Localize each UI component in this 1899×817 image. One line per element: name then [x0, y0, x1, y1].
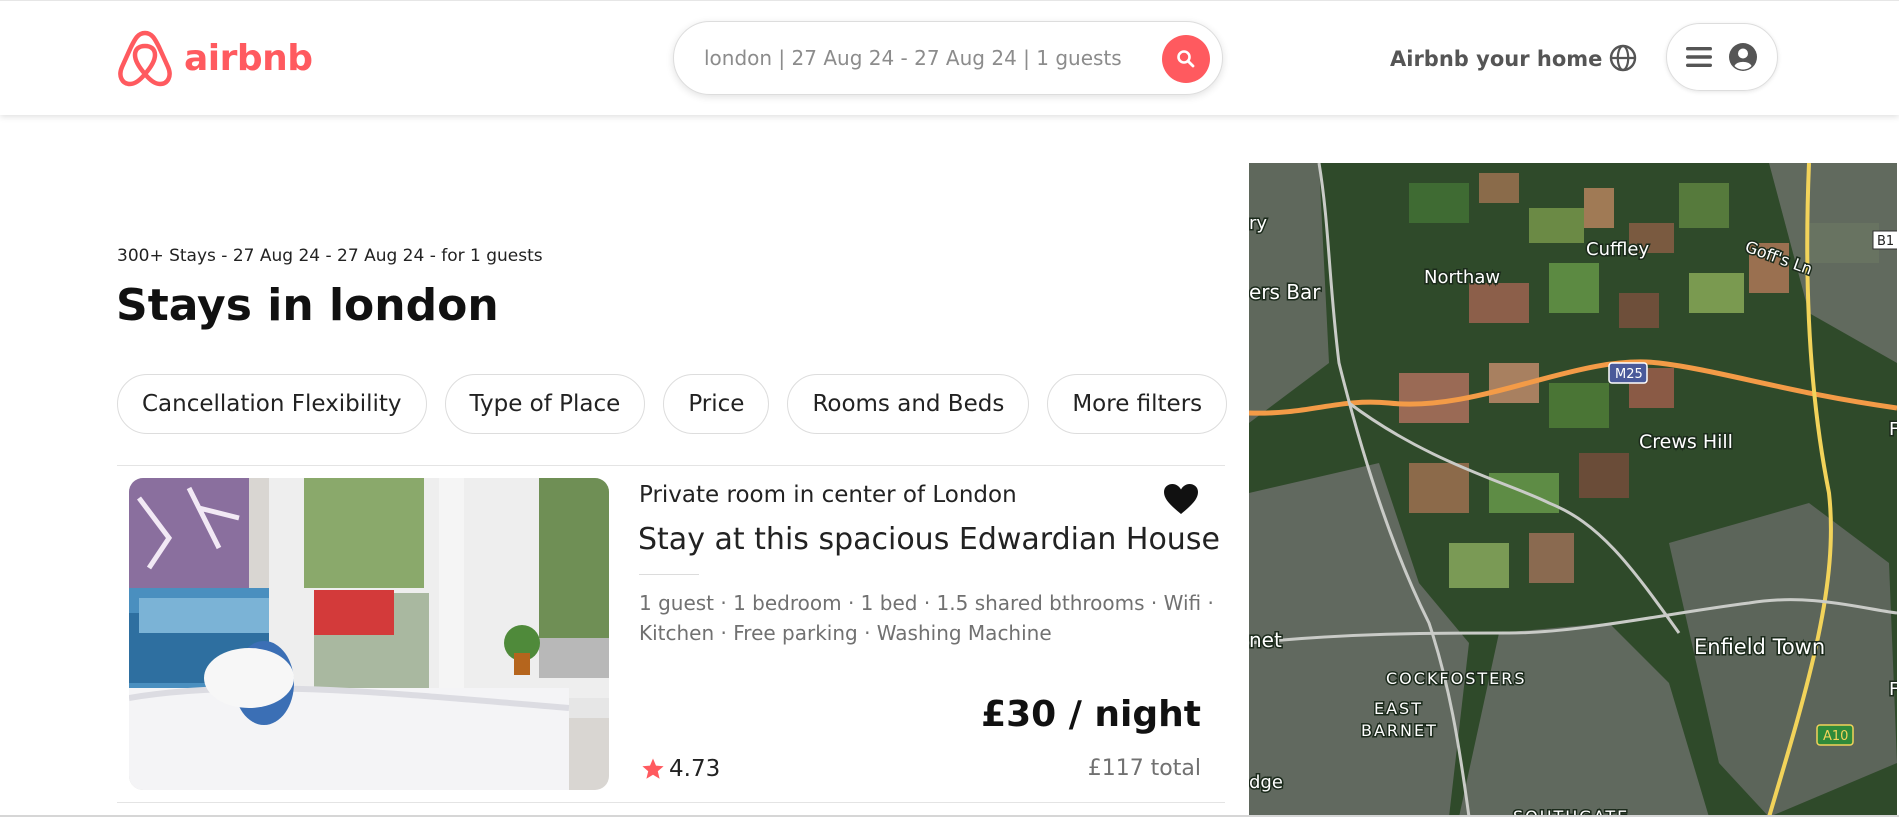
map-label-text: B1 [1877, 234, 1894, 249]
search-icon [1177, 50, 1195, 68]
map-label-text: F [1889, 679, 1897, 700]
map-label-text: COCKFOSTERS [1386, 669, 1527, 688]
top-navigation-bar: airbnb london | 27 Aug 24 - 27 Aug 24 | … [0, 0, 1899, 115]
map-label-text: Northaw [1424, 267, 1500, 288]
filter-bar: Cancellation Flexibility Type of Place P… [117, 374, 1228, 434]
road-shield-label: A10 [1823, 729, 1848, 744]
listing-title[interactable]: Stay at this spacious Edwardian House [638, 522, 1220, 557]
map-view[interactable]: ry Cuffley Northaw Goff's Ln ers Bar Cre… [1249, 163, 1897, 817]
filter-rooms-and-beds[interactable]: Rooms and Beds [787, 374, 1030, 434]
airbnb-logo[interactable]: airbnb [116, 27, 313, 89]
road-shield-label: M25 [1615, 367, 1643, 382]
listing-price: £30 / night [981, 694, 1201, 735]
map-label-text: EAST [1374, 699, 1423, 718]
map-label-text: dge [1249, 772, 1283, 793]
filter-cancellation-flexibility[interactable]: Cancellation Flexibility [117, 374, 427, 434]
map-label-text: Crews Hill [1639, 431, 1733, 453]
rating-value: 4.73 [669, 756, 721, 782]
search-bar[interactable]: london | 27 Aug 24 - 27 Aug 24 | 1 guest… [673, 21, 1223, 95]
map-satellite-image: ry Cuffley Northaw Goff's Ln ers Bar Cre… [1249, 163, 1897, 817]
user-menu-button[interactable] [1666, 23, 1778, 91]
map-label-text: F [1889, 419, 1897, 440]
filter-price[interactable]: Price [663, 374, 770, 434]
map-label-text: Cuffley [1586, 239, 1649, 260]
divider [639, 574, 699, 575]
divider [117, 465, 1225, 466]
map-label-text: BARNET [1361, 721, 1438, 740]
globe-icon[interactable] [1608, 43, 1638, 73]
map-label-text: ry [1249, 213, 1267, 234]
results-summary: 300+ Stays - 27 Aug 24 - 27 Aug 24 - for… [117, 246, 543, 266]
listing-total-price: £117 total [1087, 756, 1201, 781]
star-icon [642, 758, 664, 779]
listing-rating: 4.73 [641, 756, 720, 782]
map-label-text: net [1249, 628, 1282, 652]
listing-photo[interactable] [129, 478, 609, 790]
page-title: Stays in london [116, 280, 499, 331]
filter-type-of-place[interactable]: Type of Place [444, 374, 646, 434]
filter-more-filters[interactable]: More filters [1047, 374, 1228, 434]
search-summary-text[interactable]: london | 27 Aug 24 - 27 Aug 24 | 1 guest… [704, 22, 1122, 94]
map-label-text: ers Bar [1249, 280, 1321, 304]
airbnb-logo-text: airbnb [184, 37, 313, 79]
listing-amenities: 1 guest · 1 bedroom · 1 bed · 1.5 shared… [639, 591, 1214, 645]
search-button[interactable] [1162, 35, 1210, 83]
listing-photo-image [129, 478, 609, 790]
user-icon [1729, 43, 1757, 71]
map-label-text: Enfield Town [1694, 635, 1825, 659]
heart-icon[interactable] [1162, 482, 1200, 516]
airbnb-your-home-link[interactable]: Airbnb your home [1390, 35, 1602, 83]
listing-room-type: Private room in center of London [639, 482, 1017, 508]
airbnb-logo-icon [118, 30, 172, 87]
menu-icon [1686, 47, 1712, 67]
divider [117, 802, 1225, 803]
